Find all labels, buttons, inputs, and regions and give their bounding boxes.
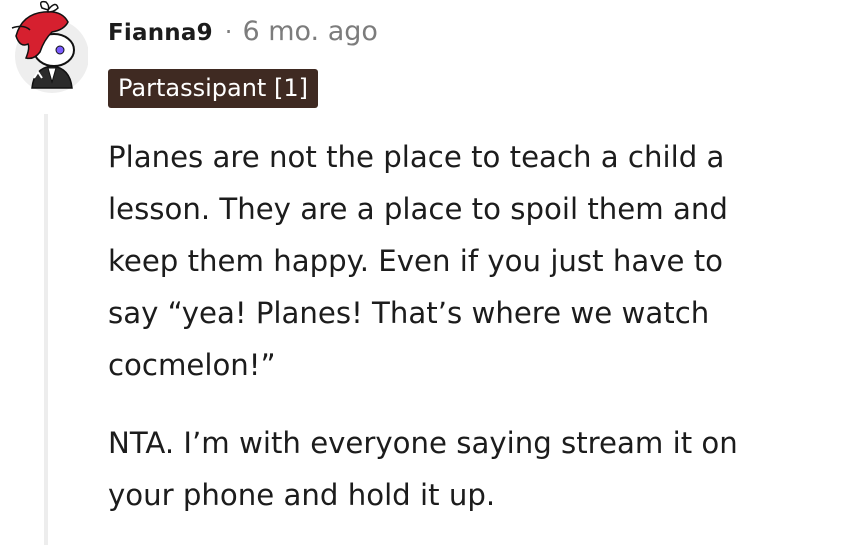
user-avatar-icon[interactable] — [8, 0, 89, 96]
comment-body: Planes are not the place to teach a chil… — [108, 131, 828, 521]
comment-paragraph: Planes are not the place to teach a chil… — [108, 140, 728, 382]
meta-separator: · — [224, 18, 233, 46]
author-username[interactable]: Fianna9 — [108, 20, 213, 46]
comment: Fianna9 · 6 mo. ago Partassipant [1] Pla… — [0, 0, 844, 545]
comment-header: Fianna9 · 6 mo. ago — [108, 16, 378, 47]
comment-timestamp[interactable]: 6 mo. ago — [242, 16, 377, 47]
comment-paragraph: NTA. I’m with everyone saying stream it … — [108, 426, 738, 512]
user-flair-badge: Partassipant [1] — [108, 69, 318, 108]
thread-collapse-line[interactable] — [44, 114, 48, 545]
